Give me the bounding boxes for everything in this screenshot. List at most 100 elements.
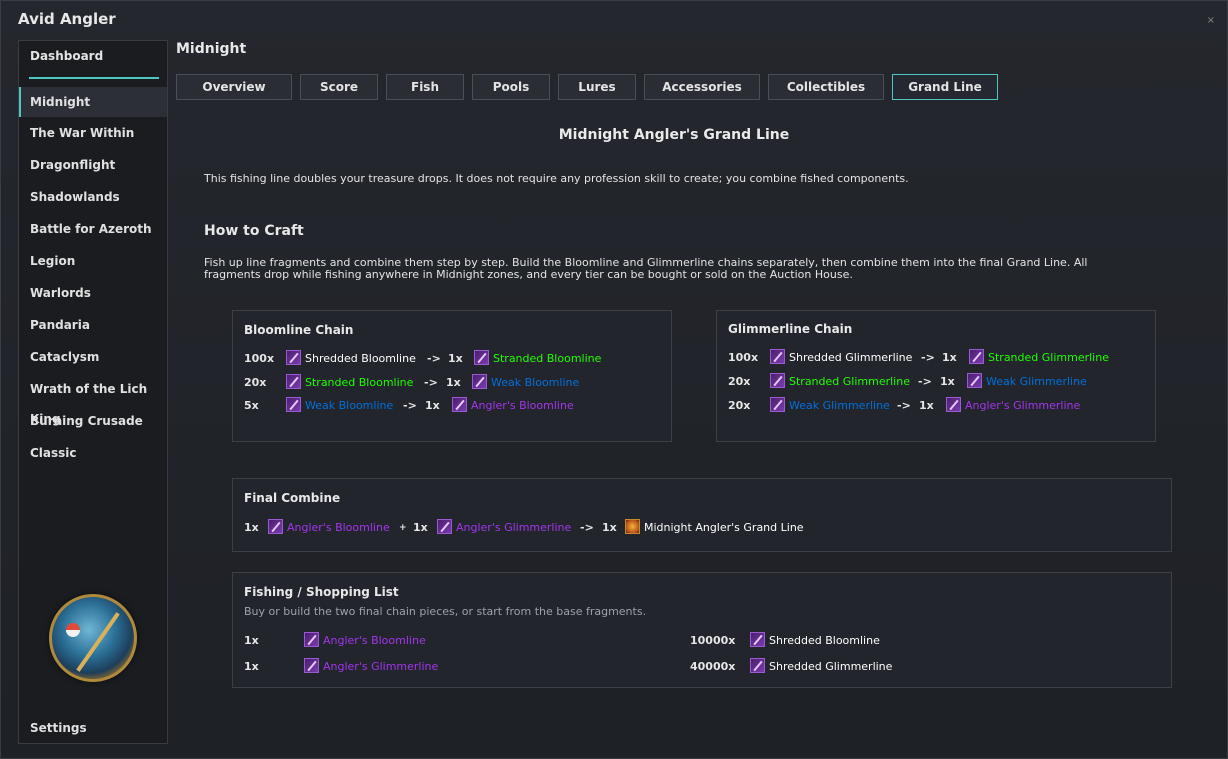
input-item[interactable]: Stranded Glimmerline bbox=[770, 373, 910, 391]
fishing-line-icon bbox=[967, 373, 982, 388]
output-qty: 1x bbox=[919, 399, 934, 412]
sidebar-item-dashboard[interactable]: Dashboard bbox=[30, 49, 103, 63]
item-name: Weak Bloomline bbox=[305, 399, 394, 412]
plus: + bbox=[399, 523, 407, 533]
dashboard-divider bbox=[29, 77, 159, 79]
panel-title: Bloomline Chain bbox=[244, 323, 354, 337]
item-name: Angler's Glimmerline bbox=[965, 399, 1081, 412]
page-title: Midnight bbox=[176, 41, 247, 57]
sidebar-item-wrath-of-the-lich-king[interactable]: Wrath of the Lich King bbox=[19, 374, 167, 426]
input-item[interactable]: Shredded Glimmerline bbox=[770, 349, 912, 367]
item-name: Weak Bloomline bbox=[491, 376, 580, 389]
qty: 1x bbox=[602, 521, 617, 534]
close-icon[interactable]: × bbox=[1207, 15, 1215, 26]
sidebar-item-dragonflight[interactable]: Dragonflight bbox=[19, 150, 167, 180]
tab-accessories[interactable]: Accessories bbox=[644, 74, 760, 100]
combine-item[interactable]: Angler's Glimmerline bbox=[437, 519, 571, 537]
item-name: Shredded Bloomline bbox=[769, 634, 880, 647]
how-to-craft-text: Fish up line fragments and combine them … bbox=[204, 256, 1088, 281]
result-item[interactable]: Midnight Angler's Grand Line bbox=[625, 519, 804, 537]
input-item[interactable]: Shredded Bloomline bbox=[286, 350, 416, 368]
arrow: -> bbox=[580, 521, 594, 534]
shopping-item[interactable]: Angler's Bloomline bbox=[304, 632, 426, 650]
sidebar-item-cataclysm[interactable]: Cataclysm bbox=[19, 342, 167, 372]
combine-item[interactable]: Angler's Bloomline bbox=[268, 519, 390, 537]
section-heading: Midnight Angler's Grand Line bbox=[558, 127, 790, 143]
sidebar-item-shadowlands[interactable]: Shadowlands bbox=[19, 182, 167, 212]
sidebar-item-classic[interactable]: Classic bbox=[19, 438, 167, 468]
item-name: Shredded Glimmerline bbox=[789, 351, 913, 364]
fishing-line-icon bbox=[750, 632, 765, 647]
tab-fish[interactable]: Fish bbox=[386, 74, 464, 100]
input-item[interactable]: Stranded Bloomline bbox=[286, 374, 413, 392]
final-combine-panel: Final Combine 1x Angler's Bloomline + 1x… bbox=[232, 478, 1172, 552]
item-name: Angler's Glimmerline bbox=[456, 521, 572, 534]
shopping-row: 40000x Shredded Glimmerline bbox=[690, 658, 1090, 676]
item-name: Weak Glimmerline bbox=[789, 399, 890, 412]
sidebar-item-the-war-within[interactable]: The War Within bbox=[19, 118, 167, 148]
fishing-line-icon bbox=[770, 373, 785, 388]
sidebar-item-burning-crusade[interactable]: Burning Crusade bbox=[19, 406, 167, 436]
tab-pools[interactable]: Pools bbox=[472, 74, 550, 100]
input-item[interactable]: Weak Glimmerline bbox=[770, 397, 890, 415]
item-name: Angler's Bloomline bbox=[471, 399, 574, 412]
item-name: Stranded Bloomline bbox=[305, 376, 414, 389]
output-item[interactable]: Stranded Bloomline bbox=[474, 350, 601, 368]
output-item[interactable]: Angler's Glimmerline bbox=[946, 397, 1080, 415]
app-window: Avid Angler × Dashboard Midnight The War… bbox=[0, 0, 1228, 759]
shopping-item[interactable]: Shredded Bloomline bbox=[750, 632, 880, 650]
fishing-line-icon bbox=[452, 397, 467, 412]
output-item[interactable]: Stranded Glimmerline bbox=[969, 349, 1109, 367]
qty: 40000x bbox=[690, 660, 736, 673]
output-qty: 1x bbox=[940, 375, 955, 388]
output-item[interactable]: Weak Bloomline bbox=[472, 374, 579, 392]
sidebar-item-legion[interactable]: Legion bbox=[19, 246, 167, 276]
panel-title: Fishing / Shopping List bbox=[244, 585, 399, 599]
fishing-line-icon bbox=[304, 658, 319, 673]
output-item[interactable]: Angler's Bloomline bbox=[452, 397, 574, 415]
bobber-icon bbox=[66, 623, 80, 637]
tab-lures[interactable]: Lures bbox=[558, 74, 636, 100]
qty: 1x bbox=[244, 521, 259, 534]
tab-grand-line[interactable]: Grand Line bbox=[892, 74, 998, 100]
sidebar-item-battle-for-azeroth[interactable]: Battle for Azeroth bbox=[19, 214, 167, 244]
sidebar-item-pandaria[interactable]: Pandaria bbox=[19, 310, 167, 340]
input-item[interactable]: Weak Bloomline bbox=[286, 397, 393, 415]
item-name: Angler's Bloomline bbox=[323, 634, 426, 647]
output-qty: 1x bbox=[942, 351, 957, 364]
output-qty: 1x bbox=[448, 352, 463, 365]
shopping-list-panel: Fishing / Shopping List Buy or build the… bbox=[232, 572, 1172, 688]
fishing-line-icon bbox=[286, 397, 301, 412]
tab-overview[interactable]: Overview bbox=[176, 74, 292, 100]
shopping-row: 1x Angler's Glimmerline bbox=[244, 658, 644, 676]
bloomline-chain-panel: Bloomline Chain 100x Shredded Bloomline … bbox=[232, 310, 672, 442]
shopping-row: 10000x Shredded Bloomline bbox=[690, 632, 1090, 650]
how-to-craft-heading: How to Craft bbox=[204, 223, 304, 239]
sidebar-item-settings[interactable]: Settings bbox=[30, 721, 87, 735]
shopping-row: 1x Angler's Bloomline bbox=[244, 632, 644, 650]
item-name: Stranded Glimmerline bbox=[988, 351, 1109, 364]
intro-text: This fishing line doubles your treasure … bbox=[204, 172, 909, 185]
fishing-line-icon bbox=[472, 374, 487, 389]
arrow: -> bbox=[424, 376, 438, 389]
input-qty: 20x bbox=[728, 375, 751, 388]
app-title: Avid Angler bbox=[18, 10, 116, 28]
sidebar-item-midnight[interactable]: Midnight bbox=[19, 87, 167, 117]
sidebar: Dashboard Midnight The War Within Dragon… bbox=[18, 40, 168, 744]
panel-title: Final Combine bbox=[244, 491, 341, 505]
sidebar-item-warlords[interactable]: Warlords bbox=[19, 278, 167, 308]
output-item[interactable]: Weak Glimmerline bbox=[967, 373, 1087, 391]
shopping-item[interactable]: Shredded Glimmerline bbox=[750, 658, 892, 676]
qty: 10000x bbox=[690, 634, 736, 647]
input-qty: 5x bbox=[244, 399, 259, 412]
tab-collectibles[interactable]: Collectibles bbox=[768, 74, 884, 100]
arrow: -> bbox=[897, 399, 911, 412]
item-name: Stranded Bloomline bbox=[493, 352, 602, 365]
shopping-item[interactable]: Angler's Glimmerline bbox=[304, 658, 438, 676]
tab-score[interactable]: Score bbox=[300, 74, 378, 100]
glimmerline-chain-panel: Glimmerline Chain 100x Shredded Glimmerl… bbox=[716, 310, 1156, 442]
fishing-rod-icon bbox=[76, 612, 120, 672]
item-name: Shredded Bloomline bbox=[305, 352, 416, 365]
addon-logo bbox=[49, 594, 137, 682]
fishing-line-icon bbox=[770, 397, 785, 412]
